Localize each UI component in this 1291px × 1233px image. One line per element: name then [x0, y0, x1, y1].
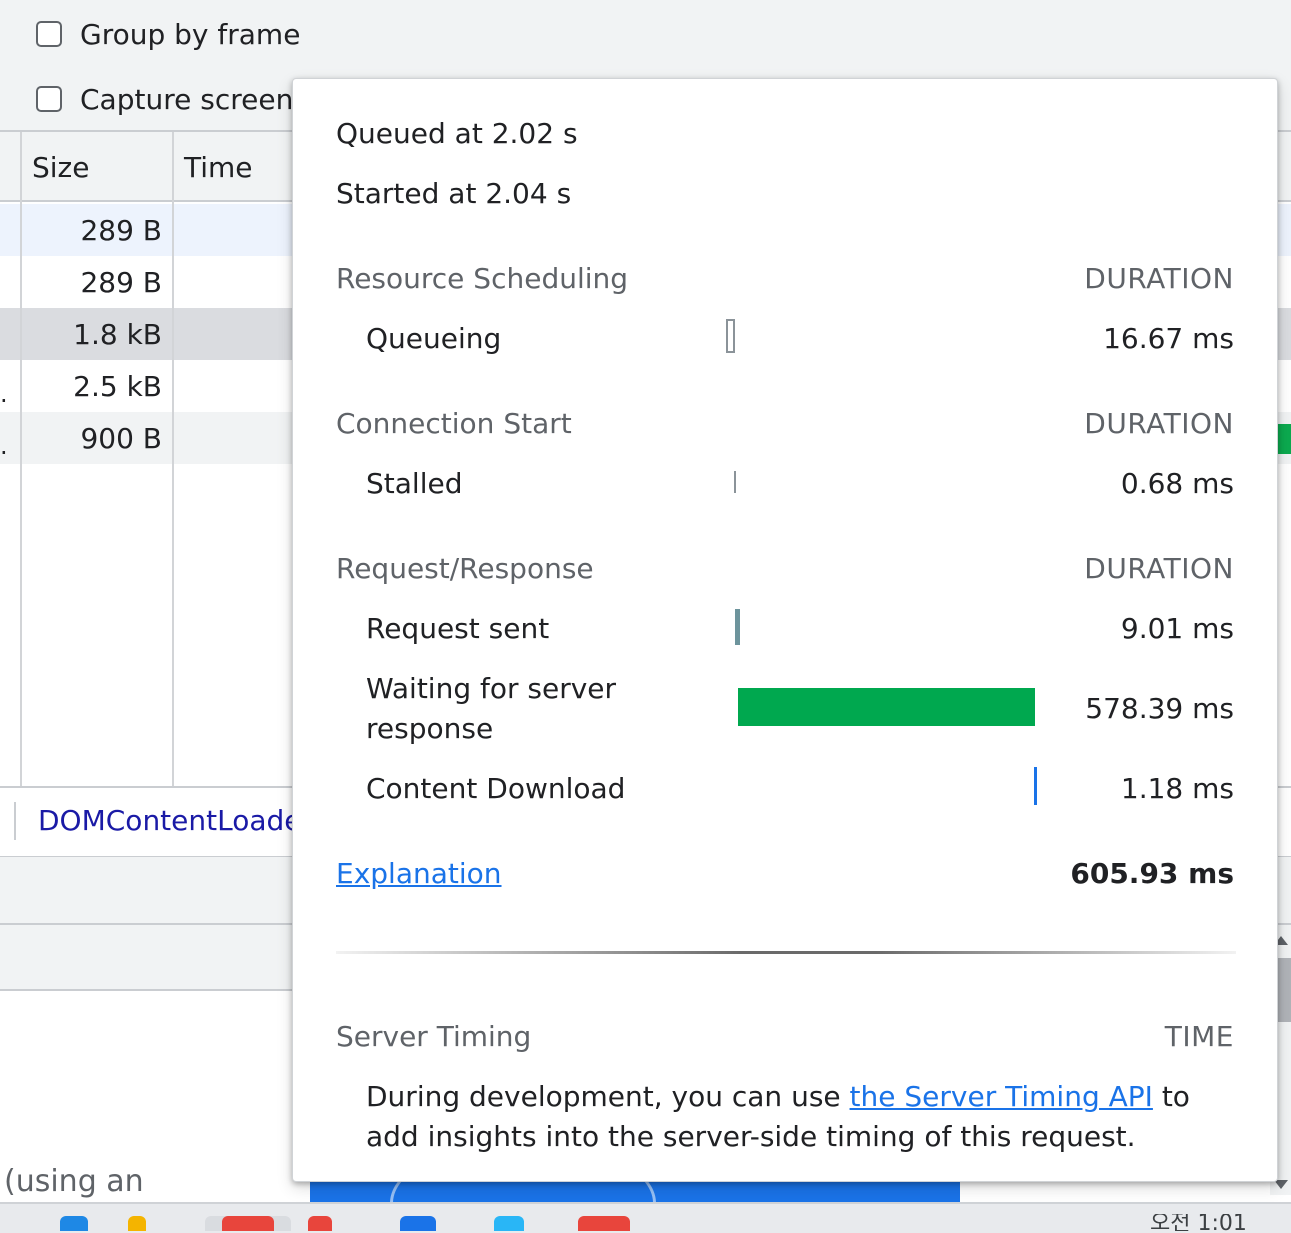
queued-at-text: Queued at 2.02 s — [336, 117, 578, 150]
size-cell: 2.5 kB — [73, 370, 162, 403]
request-timing-popup: Queued at 2.02 s Started at 2.04 s Resou… — [292, 78, 1278, 1182]
time-header: TIME — [1164, 1020, 1234, 1053]
explanation-link[interactable]: Explanation — [336, 857, 502, 891]
taskbar-app-icon[interactable] — [308, 1216, 332, 1231]
group-by-frame-checkbox[interactable] — [36, 21, 62, 47]
phase-value-content-download: 1.18 ms — [1120, 772, 1234, 805]
server-timing-api-link[interactable]: the Server Timing API — [850, 1080, 1153, 1113]
queueing-bar — [726, 319, 735, 353]
capture-screenshots-label: Capture screens — [80, 82, 308, 116]
size-cell: 289 B — [80, 214, 162, 247]
phase-label-request-sent: Request sent — [366, 612, 550, 645]
domcontentloaded-stat: DOMContentLoade — [38, 804, 302, 837]
truncated-name-edge: . — [0, 380, 8, 408]
taskbar-clock: 오전 1:01 — [1150, 1214, 1247, 1231]
server-timing-description: During development, you can use the Serv… — [366, 1077, 1246, 1157]
group-by-frame-option[interactable]: Group by frame — [36, 14, 300, 54]
phase-label-content-download: Content Download — [366, 772, 626, 805]
column-divider — [20, 132, 22, 787]
taskbar-app-icon[interactable] — [60, 1216, 88, 1231]
section-title-resource-scheduling: Resource Scheduling — [336, 262, 629, 295]
column-header-time[interactable]: Time — [184, 132, 253, 202]
stalled-bar — [734, 471, 736, 493]
phase-value-waiting: 578.39 ms — [1085, 692, 1234, 725]
phase-value-queueing: 16.67 ms — [1103, 322, 1234, 355]
taskbar-folder-icon[interactable] — [128, 1216, 146, 1231]
request-sent-bar — [735, 609, 740, 645]
content-download-bar — [1034, 767, 1037, 805]
duration-header: DURATION — [1084, 407, 1234, 440]
taskbar-app-icon[interactable] — [222, 1216, 274, 1231]
phase-label-queueing: Queueing — [366, 322, 502, 355]
taskbar-app-icon[interactable] — [578, 1216, 630, 1231]
phase-value-stalled: 0.68 ms — [1120, 467, 1234, 500]
total-duration: 605.93 ms — [1070, 857, 1234, 890]
section-divider — [336, 951, 1236, 954]
section-title-connection-start: Connection Start — [336, 407, 572, 440]
taskbar-app-icon[interactable] — [400, 1216, 436, 1231]
status-separator — [14, 802, 16, 840]
column-divider — [172, 132, 174, 787]
started-at-text: Started at 2.04 s — [336, 177, 572, 210]
os-taskbar — [0, 1202, 1291, 1233]
section-title-request-response: Request/Response — [336, 552, 594, 585]
column-header-size[interactable]: Size — [32, 132, 90, 202]
waterfall-bar-fragment — [1278, 424, 1291, 454]
taskbar-app-icon[interactable] — [494, 1216, 524, 1231]
phase-value-request-sent: 9.01 ms — [1120, 612, 1234, 645]
drawer-scrollbar-thumb[interactable] — [1276, 958, 1291, 1022]
size-cell: 1.8 kB — [73, 318, 162, 351]
duration-header: DURATION — [1084, 552, 1234, 585]
phase-label-waiting: Waiting for server response — [366, 672, 617, 745]
capture-screenshots-option[interactable]: Capture screens — [36, 79, 308, 119]
size-cell: 289 B — [80, 266, 162, 299]
section-title-server-timing: Server Timing — [336, 1020, 532, 1053]
size-cell: 900 B — [80, 422, 162, 455]
group-by-frame-label: Group by frame — [80, 17, 301, 51]
drawer-text-fragment: (using an — [4, 1164, 144, 1199]
waiting-for-server-bar — [738, 688, 1035, 726]
server-timing-desc-before: During development, you can use — [366, 1080, 850, 1113]
page-image-fragment — [310, 1180, 960, 1202]
duration-header: DURATION — [1084, 262, 1234, 295]
phase-label-stalled: Stalled — [366, 467, 463, 500]
capture-screenshots-checkbox[interactable] — [36, 86, 62, 112]
truncated-name-edge: . — [0, 432, 8, 460]
